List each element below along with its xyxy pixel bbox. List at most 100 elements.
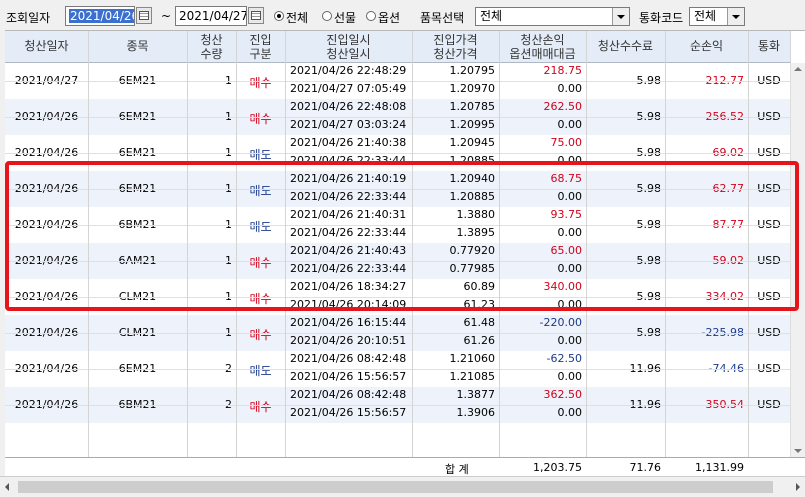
date-label: 조회일자 <box>6 11 51 25</box>
calendar-icon[interactable] <box>136 7 152 24</box>
radio-all-label: 전체 <box>286 11 309 25</box>
cell-option-amount: 0.00 <box>557 406 583 419</box>
cell-side: 매수 <box>249 256 272 270</box>
cell-pnl: 218.75 <box>543 64 583 77</box>
cell-option-amount: 0.00 <box>557 262 583 275</box>
cell-side: 매수 <box>249 76 272 90</box>
currency-label: 통화코드 <box>639 11 684 25</box>
cell-option-amount: 0.00 <box>557 334 583 347</box>
cell-entry-price: 1.3877 <box>456 388 496 401</box>
totals-net: 1,131.99 <box>695 461 744 474</box>
totals-pnl: 1,203.75 <box>533 461 582 474</box>
radio-futures[interactable] <box>322 11 332 21</box>
radio-options-label: 옵션 <box>378 11 401 25</box>
cell-pnl: 262.50 <box>543 100 583 113</box>
calendar-icon[interactable] <box>248 7 264 24</box>
cell-pnl: 340.00 <box>543 280 583 293</box>
cell-entry-price: 61.48 <box>463 316 496 329</box>
col-currency[interactable]: 통화 <box>748 31 790 63</box>
cell-exit-time: 2021/04/27 07:05:49 <box>290 82 407 95</box>
totals-label: 합 계 <box>445 463 469 476</box>
cell-exit-time: 2021/04/26 20:14:09 <box>290 298 407 311</box>
cell-side: 매도 <box>249 220 272 234</box>
cell-side: 매도 <box>249 364 272 378</box>
product-label: 품목선택 <box>420 11 465 25</box>
totals-fee: 71.76 <box>629 461 662 474</box>
trade-history-grid: 청산일자 종목 청산 수량 진입 구분 진입일시 청산일시 진입가격 청산가격 청산손익… <box>5 30 805 477</box>
cell-exit-time: 2021/04/26 22:33:44 <box>290 262 407 275</box>
cell-entry-time: 2021/04/26 21:40:19 <box>290 172 407 185</box>
scroll-right-icon[interactable] <box>796 483 800 491</box>
cell-exit-price: 61.26 <box>463 334 496 347</box>
cell-entry-price: 0.77920 <box>449 244 496 257</box>
col-symbol[interactable]: 종목 <box>88 31 187 63</box>
cell-entry-price: 1.21060 <box>449 352 496 365</box>
horizontal-scrollbar[interactable] <box>0 476 805 497</box>
cell-exit-price: 1.20970 <box>449 82 496 95</box>
cell-pnl: -220.00 <box>539 316 582 329</box>
col-price[interactable]: 진입가격 청산가격 <box>412 31 499 63</box>
cell-side: 매수 <box>249 112 272 126</box>
vertical-scrollbar[interactable] <box>790 63 805 457</box>
cell-pnl: 65.00 <box>550 244 583 257</box>
cell-exit-price: 1.20885 <box>449 154 496 167</box>
cell-entry-price: 1.20945 <box>449 136 496 149</box>
cell-option-amount: 0.00 <box>557 118 583 131</box>
cell-entry-price: 1.20795 <box>449 64 496 77</box>
cell-entry-time: 2021/04/26 22:48:29 <box>290 64 407 77</box>
col-qty[interactable]: 청산 수량 <box>187 31 236 63</box>
cell-pnl: 362.50 <box>543 388 583 401</box>
cell-entry-time: 2021/04/26 21:40:43 <box>290 244 407 257</box>
cell-exit-price: 1.3906 <box>456 406 496 419</box>
cell-exit-price: 1.20885 <box>449 190 496 203</box>
cell-entry-price: 1.20785 <box>449 100 496 113</box>
cell-entry-price: 1.3880 <box>456 208 496 221</box>
scroll-left-icon[interactable] <box>5 483 9 491</box>
cell-pnl: 75.00 <box>550 136 583 149</box>
cell-exit-price: 1.20995 <box>449 118 496 131</box>
radio-options[interactable] <box>366 11 376 21</box>
col-time[interactable]: 진입일시 청산일시 <box>285 31 412 63</box>
cell-option-amount: 0.00 <box>557 190 583 203</box>
cell-entry-time: 2021/04/26 16:15:44 <box>290 316 407 329</box>
cell-exit-price: 1.3895 <box>456 226 496 239</box>
cell-entry-price: 1.20940 <box>449 172 496 185</box>
cell-pnl: 93.75 <box>550 208 583 221</box>
date-to-input[interactable]: 2021/04/27 <box>175 6 247 26</box>
cell-side: 매수 <box>249 400 272 414</box>
cell-exit-price: 1.21085 <box>449 370 496 383</box>
cell-exit-price: 0.77985 <box>449 262 496 275</box>
product-select[interactable]: 전체 <box>475 7 630 26</box>
cell-pnl: 68.75 <box>550 172 583 185</box>
cell-exit-time: 2021/04/26 20:10:51 <box>290 334 407 347</box>
cell-option-amount: 0.00 <box>557 226 583 239</box>
col-settle-date[interactable]: 청산일자 <box>5 31 88 63</box>
scroll-up-icon[interactable] <box>794 67 802 71</box>
scroll-thumb[interactable] <box>18 481 773 493</box>
cell-entry-time: 2021/04/26 22:48:08 <box>290 100 407 113</box>
chevron-down-icon[interactable] <box>612 8 629 25</box>
col-side[interactable]: 진입 구분 <box>236 31 285 63</box>
cell-entry-time: 2021/04/26 08:42:48 <box>290 388 407 401</box>
cell-option-amount: 0.00 <box>557 154 583 167</box>
cell-side: 매도 <box>249 148 272 162</box>
cell-pnl: -62.50 <box>546 352 582 365</box>
chevron-down-icon[interactable] <box>727 8 744 25</box>
scroll-down-icon[interactable] <box>794 449 802 453</box>
filter-toolbar: 조회일자 2021/04/26 ~ 2021/04/27 전체 선물 옵션 품목… <box>0 0 805 34</box>
cell-exit-time: 2021/04/27 03:03:24 <box>290 118 407 131</box>
totals-row: 합 계 1,203.75 71.76 1,131.99 <box>5 457 805 477</box>
cell-option-amount: 0.00 <box>557 82 583 95</box>
cell-exit-time: 2021/04/26 22:33:44 <box>290 154 407 167</box>
cell-entry-price: 60.89 <box>463 280 496 293</box>
radio-futures-label: 선물 <box>334 11 357 25</box>
cell-exit-time: 2021/04/26 15:56:57 <box>290 406 407 419</box>
col-pnl[interactable]: 청산손익 옵션매매대금 <box>499 31 586 63</box>
col-net[interactable]: 순손익 <box>665 31 748 63</box>
radio-all[interactable] <box>274 11 284 21</box>
cell-exit-time: 2021/04/26 22:33:44 <box>290 226 407 239</box>
cell-option-amount: 0.00 <box>557 298 583 311</box>
date-from-input[interactable]: 2021/04/26 <box>65 6 135 26</box>
col-fee[interactable]: 청산수수료 <box>586 31 665 63</box>
currency-select[interactable]: 전체 <box>689 7 745 26</box>
